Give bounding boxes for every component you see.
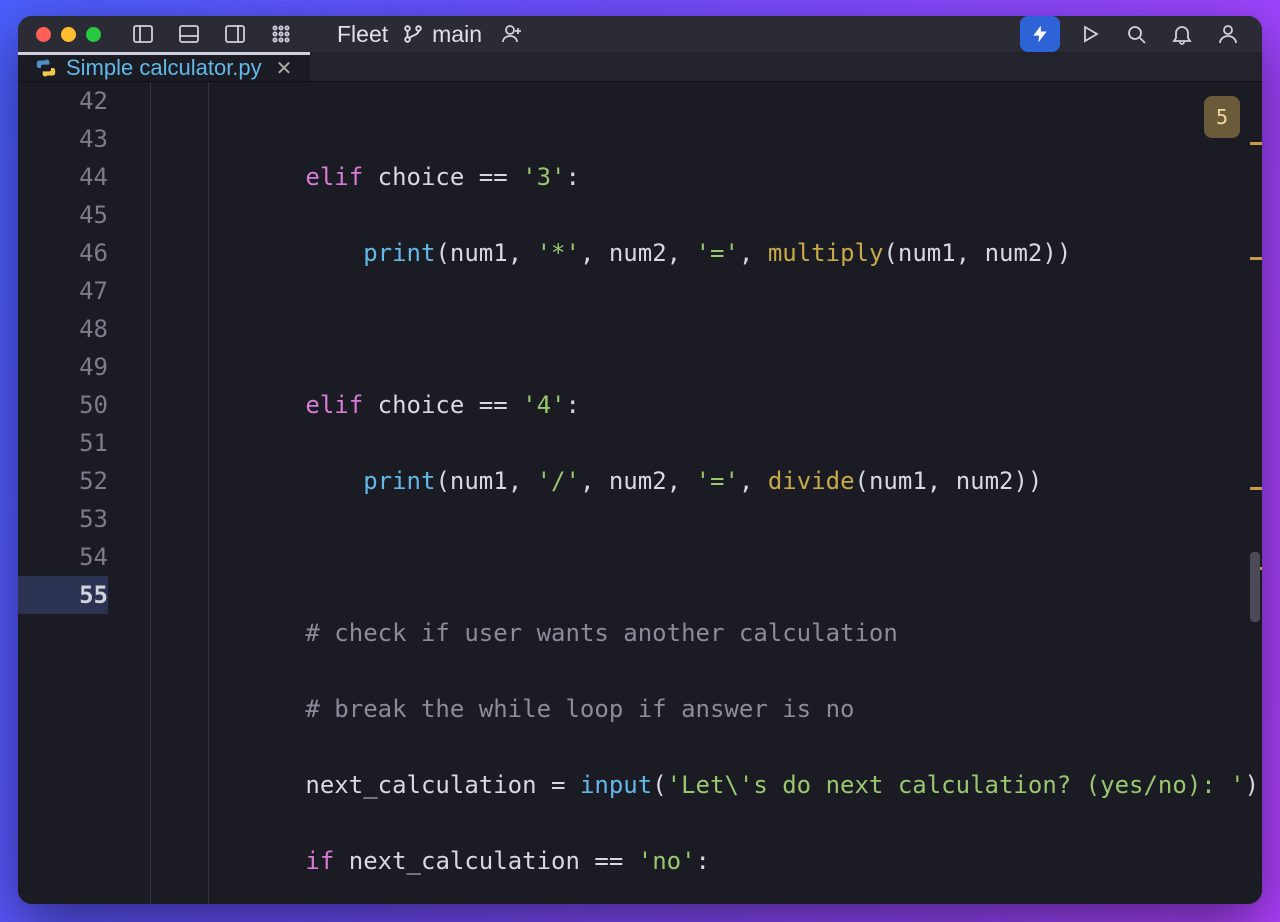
code-line[interactable] [126,538,1262,576]
tab-close-icon[interactable]: ✕ [276,56,293,81]
vcs-branch-button[interactable]: main [402,21,482,48]
account-icon[interactable] [1212,18,1244,50]
apps-grid-icon[interactable] [265,18,297,50]
branch-name-label: main [432,21,482,48]
line-number[interactable]: 43 [18,120,108,158]
code-line[interactable]: print(num1, '/', num2, '=', divide(num1,… [126,462,1262,500]
app-window: Fleet main [18,16,1262,904]
line-number[interactable]: 47 [18,272,108,310]
line-number[interactable]: 46 [18,234,108,272]
maximize-window-button[interactable] [86,27,101,42]
run-button[interactable] [1074,18,1106,50]
line-number[interactable]: 44 [18,158,108,196]
ai-assist-button[interactable] [1020,16,1060,52]
right-panel-toggle-icon[interactable] [219,18,251,50]
tab-filename-label: Simple calculator.py [66,55,262,81]
lightning-icon [1030,24,1050,44]
code-editor[interactable]: 4243444546474849505152535455 elif choice… [18,82,1262,904]
code-line[interactable]: print(num1, '*', num2, '=', multiply(num… [126,234,1262,272]
line-number[interactable]: 50 [18,386,108,424]
code-line[interactable]: elif choice == '3': [126,158,1262,196]
code-line[interactable]: elif choice == '4': [126,386,1262,424]
code-line[interactable]: if next_calculation == 'no': [126,842,1262,880]
add-collaborator-icon[interactable] [496,18,528,50]
code-line[interactable]: # check if user wants another calculatio… [126,614,1262,652]
line-number[interactable]: 52 [18,462,108,500]
code-line[interactable] [126,310,1262,348]
line-number[interactable]: 54 [18,538,108,576]
close-window-button[interactable] [36,27,51,42]
code-area[interactable]: elif choice == '3': print(num1, '*', num… [126,82,1262,904]
line-number-gutter[interactable]: 4243444546474849505152535455 [18,82,126,904]
problems-badge[interactable]: 5 [1204,96,1240,138]
line-number[interactable]: 49 [18,348,108,386]
notifications-icon[interactable] [1166,18,1198,50]
line-number[interactable]: 42 [18,82,108,120]
code-line[interactable]: # break the while loop if answer is no [126,690,1262,728]
line-number[interactable]: 55 [18,576,108,614]
left-panel-toggle-icon[interactable] [127,18,159,50]
code-line[interactable] [126,82,1262,120]
bottom-panel-toggle-icon[interactable] [173,18,205,50]
minimap-scrollbar[interactable] [1248,82,1262,904]
code-line[interactable]: next_calculation = input('Let\'s do next… [126,766,1262,804]
traffic-lights [36,27,101,42]
line-number[interactable]: 51 [18,424,108,462]
python-file-icon [36,58,56,78]
line-number[interactable]: 53 [18,500,108,538]
branch-icon [402,23,424,45]
app-name-label[interactable]: Fleet [337,21,388,48]
tab-simple-calculator[interactable]: Simple calculator.py ✕ [18,52,310,81]
line-number[interactable]: 45 [18,196,108,234]
tabbar: Simple calculator.py ✕ [18,52,1262,82]
search-icon[interactable] [1120,18,1152,50]
line-number[interactable]: 48 [18,310,108,348]
titlebar: Fleet main [18,16,1262,52]
minimize-window-button[interactable] [61,27,76,42]
